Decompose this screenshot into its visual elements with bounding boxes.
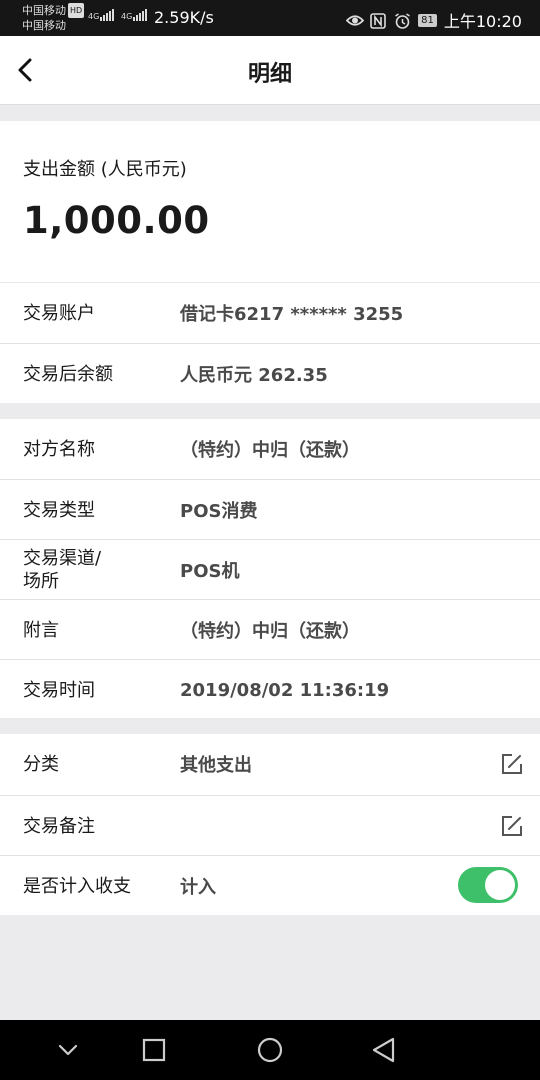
counterparty-label: 对方名称 xyxy=(23,438,95,460)
counterparty-value: （特约）中归（还款） xyxy=(180,440,360,461)
detail-section: 对方名称 （特约）中归（还款） 交易类型 POS消费 交易渠道/ 场所 POS机… xyxy=(0,419,540,718)
amount-label: 支出金额 (人民币元) xyxy=(23,159,187,180)
channel-label: 交易渠道/ 场所 xyxy=(23,548,102,592)
circle-icon[interactable] xyxy=(255,1035,285,1065)
include-value: 计入 xyxy=(180,877,216,898)
time-row: 交易时间 2019/08/02 11:36:19 xyxy=(0,659,540,720)
system-nav-bar xyxy=(0,1020,540,1080)
settings-section: 分类 其他支出 交易备注 是否计入收支 计入 xyxy=(0,734,540,915)
remark-label: 交易备注 xyxy=(23,815,95,837)
postscript-label: 附言 xyxy=(23,619,59,641)
type-row: 交易类型 POS消费 xyxy=(0,479,540,540)
triangle-back-icon[interactable] xyxy=(369,1035,399,1065)
square-icon[interactable] xyxy=(139,1035,169,1065)
edit-category-icon[interactable] xyxy=(500,752,524,776)
time-label: 交易时间 xyxy=(23,679,95,701)
include-row: 是否计入收支 计入 xyxy=(0,855,540,916)
nfc-icon xyxy=(370,12,387,29)
include-toggle[interactable] xyxy=(458,867,518,903)
network-speed: 2.59K/s xyxy=(154,8,214,27)
counterparty-row: 对方名称 （特约）中归（还款） xyxy=(0,419,540,479)
account-section: 交易账户 借记卡6217 ****** 3255 交易后余额 人民币元 262.… xyxy=(0,283,540,403)
chevron-down-icon[interactable] xyxy=(53,1035,83,1065)
type-value: POS消费 xyxy=(180,501,258,522)
channel-row: 交易渠道/ 场所 POS机 xyxy=(0,539,540,600)
page-title: 明细 xyxy=(247,62,292,87)
account-label: 交易账户 xyxy=(23,302,95,324)
amount-value: 1,000.00 xyxy=(23,199,210,242)
carrier-2: 中国移动 xyxy=(22,19,66,32)
clock: 上午10:20 xyxy=(443,12,522,31)
toggle-knob xyxy=(485,870,515,900)
carrier-info: 中国移动 HD 中国移动 xyxy=(22,3,85,33)
eye-icon xyxy=(345,13,365,28)
time-value: 2019/08/02 11:36:19 xyxy=(180,679,390,701)
category-row[interactable]: 分类 其他支出 xyxy=(0,734,540,794)
alarm-icon xyxy=(394,12,411,29)
postscript-row: 附言 （特约）中归（还款） xyxy=(0,599,540,660)
header-bar: 明细 xyxy=(0,36,540,105)
balance-row: 交易后余额 人民币元 262.35 xyxy=(0,343,540,404)
category-label: 分类 xyxy=(23,753,59,775)
channel-value: POS机 xyxy=(180,561,240,582)
amount-section: 支出金额 (人民币元) 1,000.00 xyxy=(0,121,540,282)
edit-remark-icon[interactable] xyxy=(500,814,524,838)
status-bar: 中国移动 HD 中国移动 4G 4G 2.59K/s 81 上午10:20 xyxy=(0,0,540,36)
signal-icon-2: 4G xyxy=(121,8,148,21)
balance-value: 人民币元 262.35 xyxy=(180,365,328,386)
signal-icon-1: 4G xyxy=(88,8,115,21)
carrier-1: 中国移动 xyxy=(22,4,66,17)
network-type-2: 4G xyxy=(121,12,133,21)
include-label: 是否计入收支 xyxy=(23,875,131,897)
account-row: 交易账户 借记卡6217 ****** 3255 xyxy=(0,283,540,343)
category-value: 其他支出 xyxy=(180,755,252,776)
type-label: 交易类型 xyxy=(23,499,95,521)
balance-label: 交易后余额 xyxy=(23,363,113,385)
remark-row[interactable]: 交易备注 xyxy=(0,795,540,856)
hd-badge: HD xyxy=(68,3,85,18)
network-type-1: 4G xyxy=(88,12,100,21)
battery-icon: 81 xyxy=(418,13,437,27)
account-value: 借记卡6217 ****** 3255 xyxy=(180,304,404,325)
postscript-value: （特约）中归（还款） xyxy=(180,621,360,642)
